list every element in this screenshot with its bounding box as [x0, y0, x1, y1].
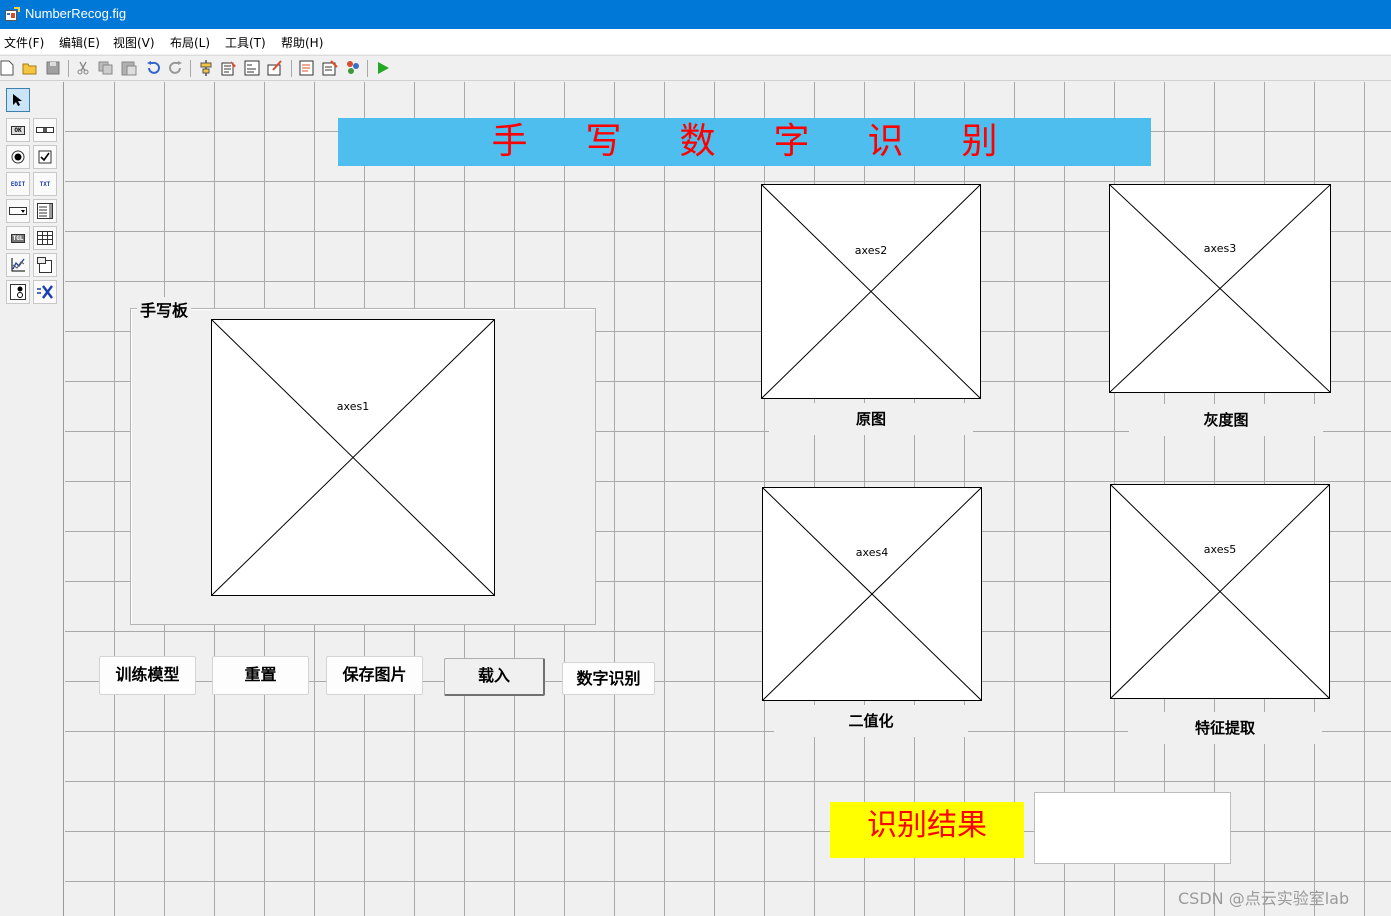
edit-text-tool-label: EDIT	[10, 180, 26, 188]
save-image-button[interactable]: 保存图片	[326, 656, 423, 695]
title-bar: NumberRecog.fig	[0, 0, 1391, 29]
menu-file[interactable]: 文件(F)	[4, 34, 44, 51]
paste-icon[interactable]	[120, 59, 138, 77]
menu-help[interactable]: 帮助(H)	[281, 34, 323, 51]
new-file-icon[interactable]	[0, 59, 16, 77]
load-button[interactable]: 载入	[444, 658, 545, 696]
menu-layout[interactable]: 布局(L)	[170, 34, 210, 51]
listbox-tool[interactable]	[33, 199, 57, 223]
toggle-button-tool-label: TGL	[10, 233, 26, 243]
redo-icon[interactable]	[167, 59, 185, 77]
slider-tool[interactable]	[33, 118, 57, 142]
activex-tool[interactable]	[33, 280, 57, 304]
binarize-label: 二值化	[774, 705, 968, 737]
popup-menu-tool[interactable]	[6, 199, 30, 223]
train-model-button[interactable]: 训练模型	[99, 656, 196, 695]
layout-canvas[interactable]: 手写数字识别 手写板 axes1 axes2 原图 axes3 灰度图 axes…	[65, 82, 1391, 916]
axes4-tag: axes4	[855, 546, 889, 559]
menu-view[interactable]: 视图(V)	[113, 34, 155, 51]
handwriting-panel-title: 手写板	[137, 297, 192, 321]
axes2-tag: axes2	[854, 244, 888, 257]
copy-icon[interactable]	[97, 59, 115, 77]
axes1[interactable]: axes1	[211, 319, 495, 596]
property-inspector-icon[interactable]	[321, 59, 339, 77]
figure-title: 手写数字识别	[338, 118, 1151, 166]
axes5-tag: axes5	[1203, 543, 1237, 556]
menu-tools[interactable]: 工具(T)	[225, 34, 266, 51]
table-tool[interactable]	[33, 226, 57, 250]
run-icon[interactable]	[374, 59, 392, 77]
axes2[interactable]: axes2	[761, 184, 981, 399]
recognition-result-field[interactable]	[1034, 792, 1231, 864]
save-icon[interactable]	[44, 59, 62, 77]
grayscale-image-label: 灰度图	[1129, 404, 1323, 436]
menu-edit[interactable]: 编辑(E)	[59, 34, 100, 51]
edit-text-tool[interactable]: EDIT	[6, 172, 30, 196]
menu-editor-icon[interactable]	[220, 59, 238, 77]
undo-icon[interactable]	[144, 59, 162, 77]
csdn-watermark: CSDN @点云实验室lab	[1178, 889, 1350, 908]
axes4-placeholder-cross	[763, 488, 981, 700]
axes5-placeholder-cross	[1111, 485, 1329, 698]
window-title: NumberRecog.fig	[25, 6, 127, 21]
axes-tool[interactable]	[6, 253, 30, 277]
recognition-result-label: 识别结果	[830, 802, 1024, 858]
push-button-tool-label: OK	[11, 125, 25, 135]
reset-button[interactable]: 重置	[212, 656, 309, 695]
toolbar-editor-icon[interactable]	[266, 59, 284, 77]
push-button-tool[interactable]: OK	[6, 118, 30, 142]
static-text-tool-label: TXT	[39, 180, 51, 188]
component-palette: OK EDIT TXT TGL	[0, 82, 64, 916]
radio-button-tool[interactable]	[6, 145, 30, 169]
checkbox-tool[interactable]	[33, 145, 57, 169]
button-group-tool[interactable]	[6, 280, 30, 304]
panel-tool[interactable]	[33, 253, 57, 277]
axes1-tag: axes1	[336, 400, 370, 413]
tab-order-icon[interactable]	[243, 59, 261, 77]
toggle-button-tool[interactable]: TGL	[6, 226, 30, 250]
original-image-label: 原图	[769, 403, 973, 435]
cut-icon[interactable]	[74, 59, 92, 77]
axes3-placeholder-cross	[1110, 185, 1330, 392]
axes2-placeholder-cross	[762, 185, 980, 398]
axes3[interactable]: axes3	[1109, 184, 1331, 393]
align-icon[interactable]	[197, 59, 215, 77]
axes5[interactable]: axes5	[1110, 484, 1330, 699]
toolbar	[0, 55, 1391, 81]
editor-icon[interactable]	[298, 59, 316, 77]
open-folder-icon[interactable]	[21, 59, 39, 77]
feature-extraction-label: 特征提取	[1128, 712, 1322, 744]
static-text-tool[interactable]: TXT	[33, 172, 57, 196]
axes3-tag: axes3	[1203, 242, 1237, 255]
select-tool[interactable]	[6, 88, 30, 112]
matlab-fig-icon	[5, 7, 20, 21]
axes4[interactable]: axes4	[762, 487, 982, 701]
axes1-placeholder-cross	[212, 320, 494, 595]
menu-bar: 文件(F) 编辑(E) 视图(V) 布局(L) 工具(T) 帮助(H)	[0, 29, 1391, 54]
object-browser-icon[interactable]	[344, 59, 362, 77]
digit-recognition-button[interactable]: 数字识别	[562, 662, 655, 695]
